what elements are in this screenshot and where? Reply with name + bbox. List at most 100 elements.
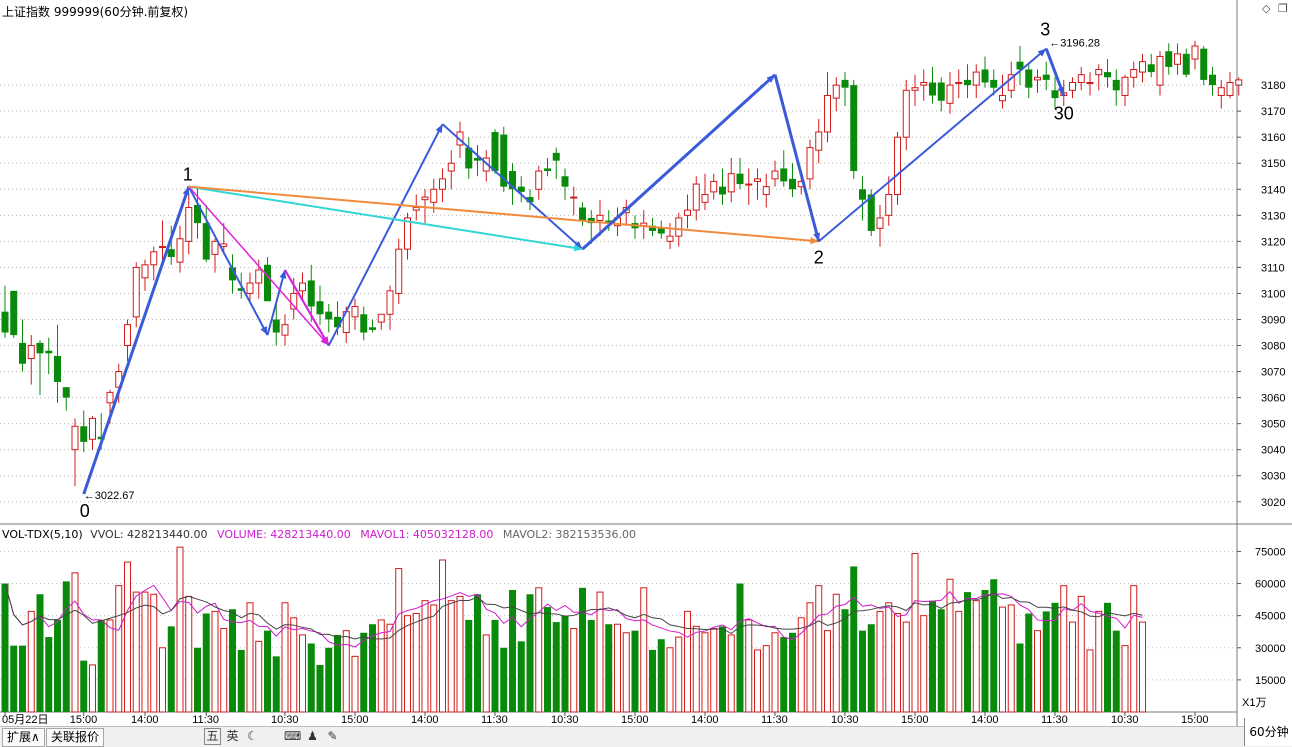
- restore-window-icon[interactable]: ❐: [1278, 2, 1288, 15]
- volume-bar: [736, 583, 744, 712]
- volume-bar: [430, 604, 438, 713]
- candle-body: [272, 319, 280, 333]
- wave-line: [187, 186, 269, 336]
- time-tick-label: 15:00: [341, 714, 369, 726]
- candle-body: [430, 188, 438, 203]
- volume-bars: [1, 546, 1146, 713]
- volume-bar: [1069, 621, 1076, 713]
- volume-bar: [719, 626, 726, 712]
- price-tick-label: 3020: [1261, 497, 1285, 509]
- candle-body: [1235, 79, 1243, 86]
- candle-body: [1112, 79, 1120, 91]
- candle-body: [579, 207, 586, 221]
- input-method-button[interactable]: 五: [204, 728, 221, 745]
- candle-body: [132, 266, 140, 318]
- volume-bar: [395, 568, 403, 713]
- volume-bar: [762, 645, 770, 713]
- volume-bar: [334, 634, 341, 712]
- volume-bar: [167, 626, 175, 712]
- tab-expand[interactable]: 扩展∧: [2, 728, 45, 747]
- candle-body: [141, 264, 149, 279]
- price-axis: 3020 3030 3040 3050 3060 3070 3080 3090 3100 3110…: [1237, 80, 1285, 509]
- price-tick-label: 3080: [1261, 341, 1285, 353]
- volume-bar: [36, 594, 44, 712]
- volume-bar: [1104, 602, 1111, 712]
- volume-bar: [412, 613, 420, 713]
- volume-bar: [10, 645, 18, 712]
- volume-bar: [89, 664, 96, 713]
- time-tick-label: 11:30: [481, 714, 508, 726]
- wave-label: 30: [1054, 104, 1074, 124]
- moon-icon[interactable]: ☾: [244, 728, 261, 745]
- candle-body: [351, 305, 359, 318]
- volume-bar: [815, 585, 823, 713]
- candle-body: [89, 417, 96, 440]
- volume-bar: [211, 610, 219, 713]
- time-tick-label: 05月22日: [2, 714, 48, 726]
- price-tick-label: 3090: [1261, 314, 1285, 326]
- keyboard-icon[interactable]: ⌨: [284, 728, 301, 745]
- candle-body: [106, 391, 114, 404]
- volume-bar: [351, 655, 359, 713]
- price-tick-label: 3170: [1261, 106, 1285, 118]
- volume-bar: [894, 613, 901, 713]
- candle-body: [264, 264, 271, 302]
- volume-bar: [325, 647, 333, 712]
- wrench-icon[interactable]: ✎: [324, 728, 341, 745]
- volume-bar: [657, 639, 665, 712]
- volume-bar: [80, 660, 88, 712]
- candle-body: [859, 189, 866, 200]
- volume-bar: [850, 566, 858, 712]
- legend-volume: VOLUME: 428213440.00: [217, 528, 351, 541]
- volume-bar: [159, 647, 166, 713]
- wave-label: 3: [1040, 19, 1050, 39]
- legend-vol-tdx: VOL-TDX(5,10): [2, 528, 83, 541]
- tab-related-quotes[interactable]: 关联报价: [46, 728, 105, 747]
- candle-body: [1104, 72, 1111, 78]
- diamond-icon[interactable]: ◇: [1262, 2, 1270, 15]
- candle-body: [1226, 82, 1234, 97]
- volume-bar: [1086, 649, 1094, 713]
- time-axis: 05月22日 15:00 14:00 11:30 10:30 15:00 14:00 11:3…: [2, 712, 1209, 726]
- volume-bar: [640, 587, 648, 713]
- candle-body: [159, 246, 166, 249]
- volume-bar: [474, 594, 481, 712]
- volume-axis: 15000 30000 45000 60000 75000 X1万: [1237, 546, 1286, 709]
- candle-body: [666, 235, 674, 242]
- candle-body: [71, 425, 79, 451]
- user-icon[interactable]: ♟: [304, 728, 321, 745]
- candle-body: [981, 69, 989, 83]
- candle-body: [771, 170, 779, 180]
- volume-bar: [106, 619, 114, 713]
- price-tick-label: 3140: [1261, 184, 1285, 196]
- candle-body: [832, 84, 840, 99]
- candle-body: [491, 131, 499, 172]
- candle-body: [1051, 90, 1059, 99]
- volume-bar: [360, 632, 368, 712]
- candle-body: [412, 207, 420, 211]
- english-mode-button[interactable]: 英: [224, 728, 241, 745]
- volume-bar: [841, 609, 849, 712]
- volume-legend: VOL-TDX(5,10) VVOL: 428213440.00 VOLUME:…: [2, 528, 636, 541]
- candle-body: [570, 196, 578, 199]
- volume-bar: [97, 619, 105, 712]
- period-label[interactable]: 60分钟: [1244, 718, 1292, 746]
- bottom-toolbar: 扩展∧ 关联报价 五 英 ☾ ⌨ ♟ ✎ 60分钟: [0, 718, 1292, 747]
- volume-bar: [981, 589, 989, 712]
- volume-bar: [1112, 630, 1120, 712]
- candle-body: [841, 79, 849, 88]
- volume-bar: [684, 610, 691, 713]
- volume-bar: [1051, 602, 1059, 712]
- candle-body: [885, 193, 893, 216]
- volume-bar: [447, 600, 455, 713]
- candle-body: [1042, 74, 1050, 80]
- candle-body: [1077, 74, 1085, 83]
- volume-bar: [1121, 645, 1129, 713]
- candle-body: [220, 243, 228, 248]
- candle-body: [736, 173, 744, 185]
- candle-body: [45, 350, 53, 354]
- volume-bar: [456, 595, 464, 713]
- candle-body: [1121, 76, 1129, 97]
- candle-body: [657, 228, 665, 234]
- volume-bar: [535, 587, 543, 713]
